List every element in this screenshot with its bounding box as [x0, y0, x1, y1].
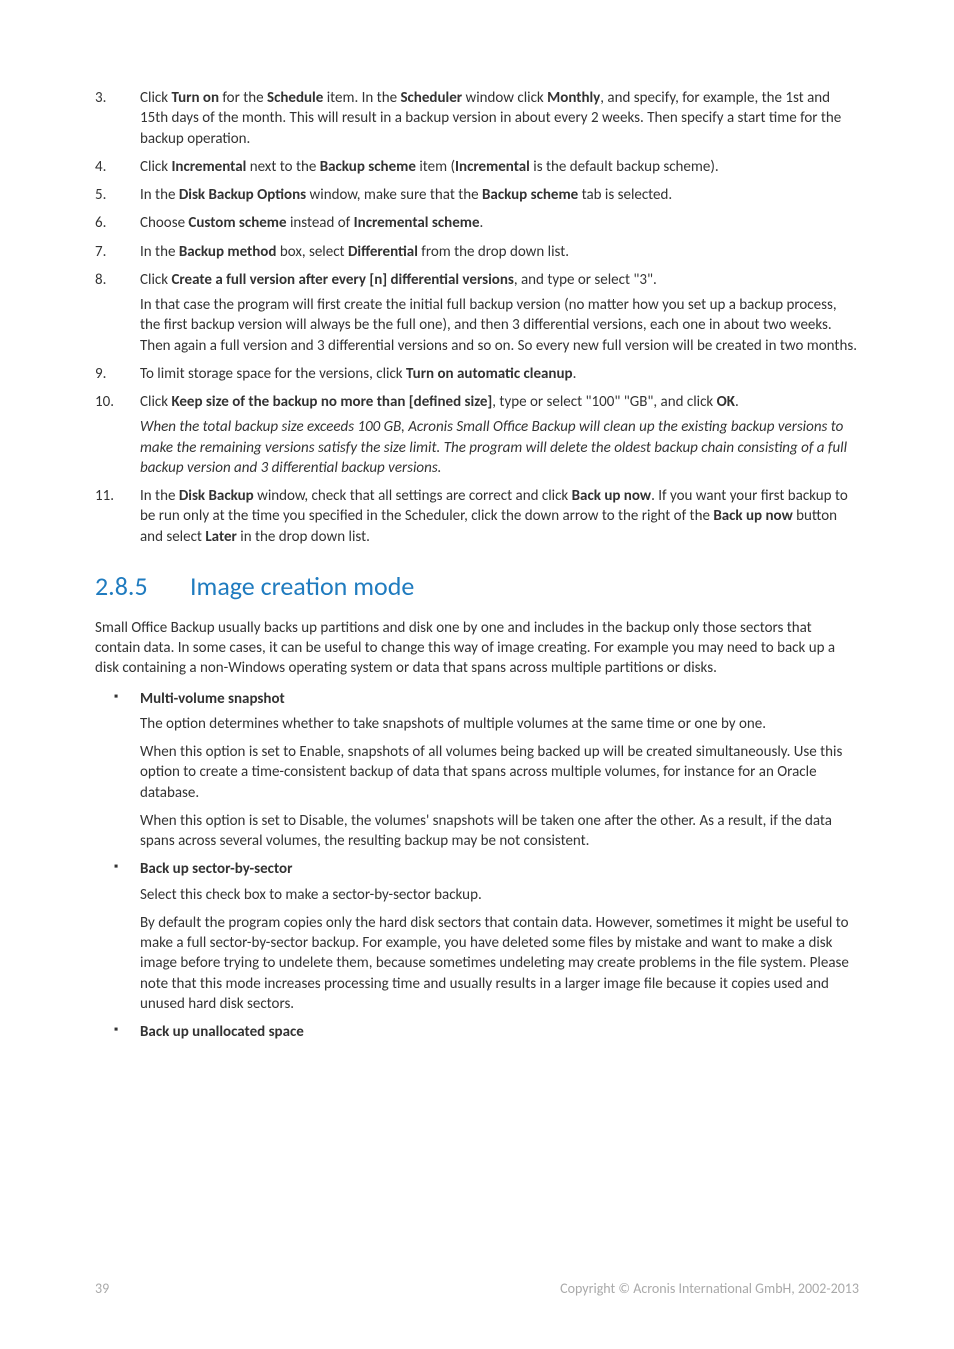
bullet-multi-volume: Multi-volume snapshot The option determi…: [140, 689, 859, 852]
page-number: 39: [95, 1280, 109, 1299]
step-10: 10. Click Keep size of the backup no mor…: [140, 392, 859, 478]
copyright-text: Copyright © Acronis International GmbH, …: [560, 1280, 859, 1299]
step-text: In the Backup method box, select Differe…: [140, 242, 859, 262]
bullet-title: Back up unallocated space: [140, 1022, 859, 1042]
step-8: 8. Click Create a full version after eve…: [140, 270, 859, 356]
section-title: Image creation mode: [190, 570, 414, 602]
bullet-title: Multi-volume snapshot: [140, 689, 859, 709]
step-subtext: In that case the program will first crea…: [140, 295, 859, 356]
step-text: In the Disk Backup Options window, make …: [140, 185, 859, 205]
step-number: 9.: [95, 364, 125, 384]
step-number: 4.: [95, 157, 125, 177]
step-text: In the Disk Backup window, check that al…: [140, 486, 859, 547]
bullet-para: By default the program copies only the h…: [140, 913, 859, 1014]
step-number: 5.: [95, 185, 125, 205]
bullet-para: When this option is set to Disable, the …: [140, 811, 859, 852]
bullet-sector-by-sector: Back up sector-by-sector Select this che…: [140, 859, 859, 1014]
numbered-steps-list: 3. Click Turn on for the Schedule item. …: [95, 88, 859, 547]
bullet-para: Select this check box to make a sector-b…: [140, 885, 859, 905]
step-text: Choose Custom scheme instead of Incremen…: [140, 213, 859, 233]
bullet-title: Back up sector-by-sector: [140, 859, 859, 879]
bullet-para: When this option is set to Enable, snaps…: [140, 742, 859, 803]
step-5: 5. In the Disk Backup Options window, ma…: [140, 185, 859, 205]
step-number: 7.: [95, 242, 125, 262]
step-number: 10.: [95, 392, 125, 412]
step-number: 8.: [95, 270, 125, 290]
step-text: To limit storage space for the versions,…: [140, 364, 859, 384]
step-4: 4. Click Incremental next to the Backup …: [140, 157, 859, 177]
step-number: 3.: [95, 88, 125, 108]
step-3: 3. Click Turn on for the Schedule item. …: [140, 88, 859, 149]
section-heading: 2.8.5Image creation mode: [95, 569, 859, 604]
section-intro: Small Office Backup usually backs up par…: [95, 618, 859, 679]
step-7: 7. In the Backup method box, select Diff…: [140, 242, 859, 262]
section-number: 2.8.5: [95, 569, 190, 604]
step-9: 9. To limit storage space for the versio…: [140, 364, 859, 384]
feature-bullet-list: Multi-volume snapshot The option determi…: [95, 689, 859, 1043]
step-11: 11. In the Disk Backup window, check tha…: [140, 486, 859, 547]
step-text: Click Create a full version after every …: [140, 270, 859, 290]
page-footer: 39 Copyright © Acronis International Gmb…: [95, 1280, 859, 1299]
bullet-unallocated-space: Back up unallocated space: [140, 1022, 859, 1042]
step-6: 6. Choose Custom scheme instead of Incre…: [140, 213, 859, 233]
bullet-para: The option determines whether to take sn…: [140, 714, 859, 734]
step-text: Click Keep size of the backup no more th…: [140, 392, 859, 412]
step-number: 11.: [95, 486, 125, 506]
step-number: 6.: [95, 213, 125, 233]
step-text: Click Turn on for the Schedule item. In …: [140, 88, 859, 149]
step-note: When the total backup size exceeds 100 G…: [140, 417, 859, 478]
step-text: Click Incremental next to the Backup sch…: [140, 157, 859, 177]
